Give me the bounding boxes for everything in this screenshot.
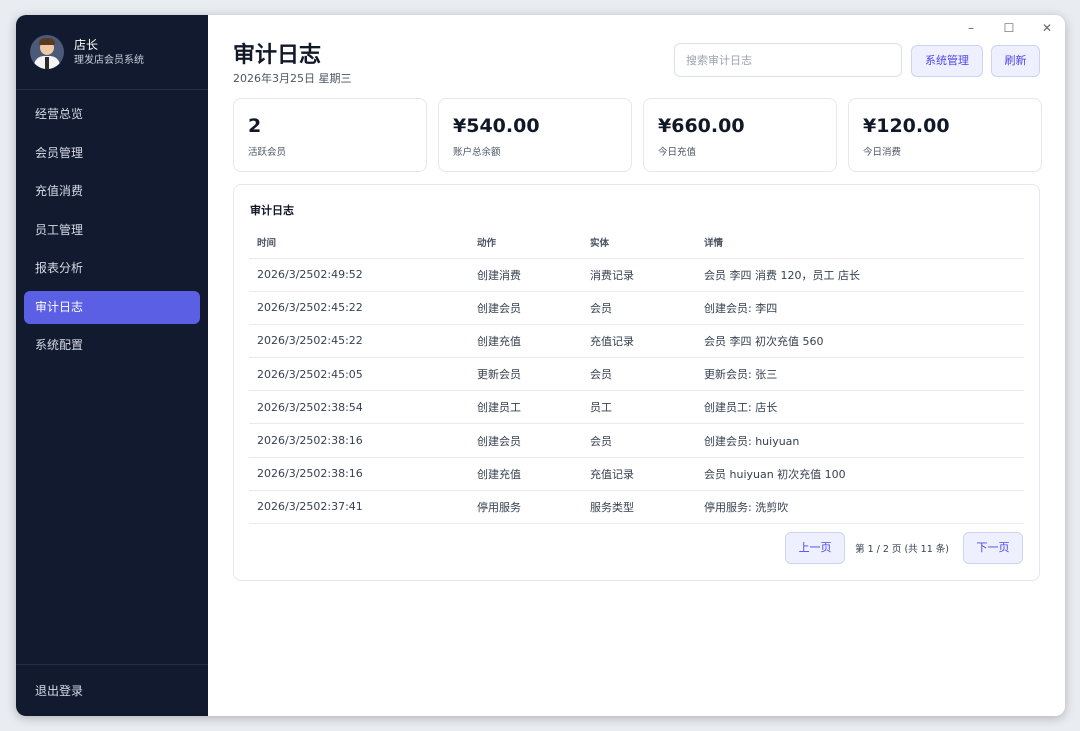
sidebar-item-staff[interactable]: 员工管理 (24, 214, 200, 247)
cell-action: 创建充值 (469, 324, 582, 359)
avatar (30, 35, 64, 69)
stat-label: 今日消费 (863, 147, 902, 158)
cell-action: 创建会员 (469, 291, 582, 325)
sidebar: 店长 理发店会员系统 经营总览 会员管理 充值消费 员工管理 报表分析 审计日志… (16, 15, 208, 716)
user-profile: 店长 理发店会员系统 (16, 15, 208, 90)
column-header-time: 时间 (249, 226, 469, 259)
next-page-button[interactable]: 下一页 (963, 532, 1023, 564)
cell-time: 2026/3/2502:37:41 (249, 490, 469, 525)
sidebar-item-recharge[interactable]: 充值消费 (24, 175, 200, 208)
cell-entity: 会员 (582, 423, 696, 458)
app-window: 店长 理发店会员系统 经营总览 会员管理 充值消费 员工管理 报表分析 审计日志… (16, 15, 1065, 716)
cell-details: 停用服务: 洗剪吹 (696, 490, 1024, 525)
table-row: 2026/3/2502:37:41 停用服务 服务类型 停用服务: 洗剪吹 (249, 490, 1024, 525)
sidebar-item-members[interactable]: 会员管理 (24, 137, 200, 170)
profile-subtitle: 理发店会员系统 (74, 54, 144, 66)
search-input[interactable] (674, 43, 902, 77)
table-row: 2026/3/2502:38:16 创建充值 充值记录 会员 huiyuan 初… (249, 457, 1024, 491)
stats-row: 2 活跃会员 ¥540.00 账户总余额 ¥660.00 今日充值 ¥120.0… (233, 98, 1042, 172)
cell-entity: 充值记录 (582, 324, 696, 359)
stat-label: 活跃会员 (248, 147, 287, 158)
panel-title: 审计日志 (250, 204, 294, 217)
stat-value: ¥660.00 (658, 115, 745, 137)
stat-value: ¥120.00 (863, 115, 950, 137)
stat-value: 2 (248, 115, 262, 137)
cell-details: 会员 huiyuan 初次充值 100 (696, 457, 1024, 491)
cell-time: 2026/3/2502:38:16 (249, 457, 469, 491)
audit-log-table: 时间 动作 实体 详情 2026/3/2502:49:52 创建消费 消费记录 … (249, 226, 1024, 525)
table-row: 2026/3/2502:38:16 创建会员 会员 创建会员: huiyuan (249, 423, 1024, 458)
sidebar-item-overview[interactable]: 经营总览 (24, 98, 200, 131)
audit-log-panel: 审计日志 时间 动作 实体 详情 2026/3/2502:49:52 创建消费 … (233, 184, 1040, 581)
table-row: 2026/3/2502:45:22 创建充值 充值记录 会员 李四 初次充值 5… (249, 324, 1024, 359)
cell-details: 会员 李四 消费 120，员工 店长 (696, 258, 1024, 292)
page-info: 第 1 / 2 页 (共 11 条) (855, 544, 949, 555)
logout-button[interactable]: 退出登录 (16, 665, 208, 716)
cell-details: 创建会员: huiyuan (696, 423, 1024, 458)
cell-entity: 充值记录 (582, 457, 696, 491)
minimize-icon[interactable]: – (963, 21, 979, 35)
cell-time: 2026/3/2502:49:52 (249, 258, 469, 292)
cell-action: 创建消费 (469, 258, 582, 292)
cell-action: 更新会员 (469, 357, 582, 392)
page-title: 审计日志 (233, 43, 322, 68)
table-row: 2026/3/2502:38:54 创建员工 员工 创建员工: 店长 (249, 390, 1024, 425)
stat-card-today-recharge: ¥660.00 今日充值 (643, 98, 837, 172)
prev-page-button[interactable]: 上一页 (785, 532, 846, 564)
sidebar-item-settings[interactable]: 系统配置 (24, 329, 200, 362)
cell-time: 2026/3/2502:45:22 (249, 324, 469, 359)
cell-time: 2026/3/2502:38:16 (249, 423, 469, 458)
cell-action: 创建会员 (469, 423, 582, 458)
cell-details: 创建会员: 李四 (696, 291, 1024, 325)
stat-card-total-balance: ¥540.00 账户总余额 (438, 98, 632, 172)
table-row: 2026/3/2502:49:52 创建消费 消费记录 会员 李四 消费 120… (249, 258, 1024, 292)
cell-details: 创建员工: 店长 (696, 390, 1024, 425)
main-content: – ☐ ✕ 审计日志 2026年3月25日 星期三 系统管理 刷新 2 活跃会员… (208, 15, 1065, 716)
column-header-details: 详情 (696, 226, 1024, 259)
column-header-action: 动作 (469, 226, 582, 259)
maximize-icon[interactable]: ☐ (1001, 21, 1017, 35)
sidebar-item-reports[interactable]: 报表分析 (24, 252, 200, 285)
cell-entity: 会员 (582, 291, 696, 325)
close-icon[interactable]: ✕ (1039, 21, 1055, 35)
cell-entity: 消费记录 (582, 258, 696, 292)
profile-name: 店长 (74, 37, 99, 52)
cell-action: 停用服务 (469, 490, 582, 525)
cell-action: 创建充值 (469, 457, 582, 491)
sidebar-nav: 经营总览 会员管理 充值消费 员工管理 报表分析 审计日志 系统配置 (16, 90, 208, 368)
stat-label: 账户总余额 (453, 147, 501, 158)
pagination: 上一页 第 1 / 2 页 (共 11 条) 下一页 (785, 532, 1023, 564)
cell-time: 2026/3/2502:45:05 (249, 357, 469, 392)
stat-card-today-spending: ¥120.00 今日消费 (848, 98, 1042, 172)
stat-value: ¥540.00 (453, 115, 540, 137)
refresh-button[interactable]: 刷新 (991, 45, 1040, 77)
page-date: 2026年3月25日 星期三 (233, 72, 352, 85)
table-row: 2026/3/2502:45:05 更新会员 会员 更新会员: 张三 (249, 357, 1024, 392)
table-row: 2026/3/2502:45:22 创建会员 会员 创建会员: 李四 (249, 291, 1024, 325)
sidebar-item-audit-log[interactable]: 审计日志 (24, 290, 200, 324)
system-manage-button[interactable]: 系统管理 (911, 45, 983, 77)
cell-entity: 服务类型 (582, 490, 696, 525)
stat-label: 今日充值 (658, 147, 697, 158)
cell-details: 更新会员: 张三 (696, 357, 1024, 392)
window-controls: – ☐ ✕ (963, 21, 1055, 35)
cell-entity: 会员 (582, 357, 696, 392)
cell-time: 2026/3/2502:45:22 (249, 291, 469, 325)
table-header-row: 时间 动作 实体 详情 (249, 226, 1024, 259)
column-header-entity: 实体 (582, 226, 696, 259)
cell-action: 创建员工 (469, 390, 582, 425)
cell-entity: 员工 (582, 390, 696, 425)
cell-time: 2026/3/2502:38:54 (249, 390, 469, 425)
cell-details: 会员 李四 初次充值 560 (696, 324, 1024, 359)
stat-card-active-members: 2 活跃会员 (233, 98, 427, 172)
